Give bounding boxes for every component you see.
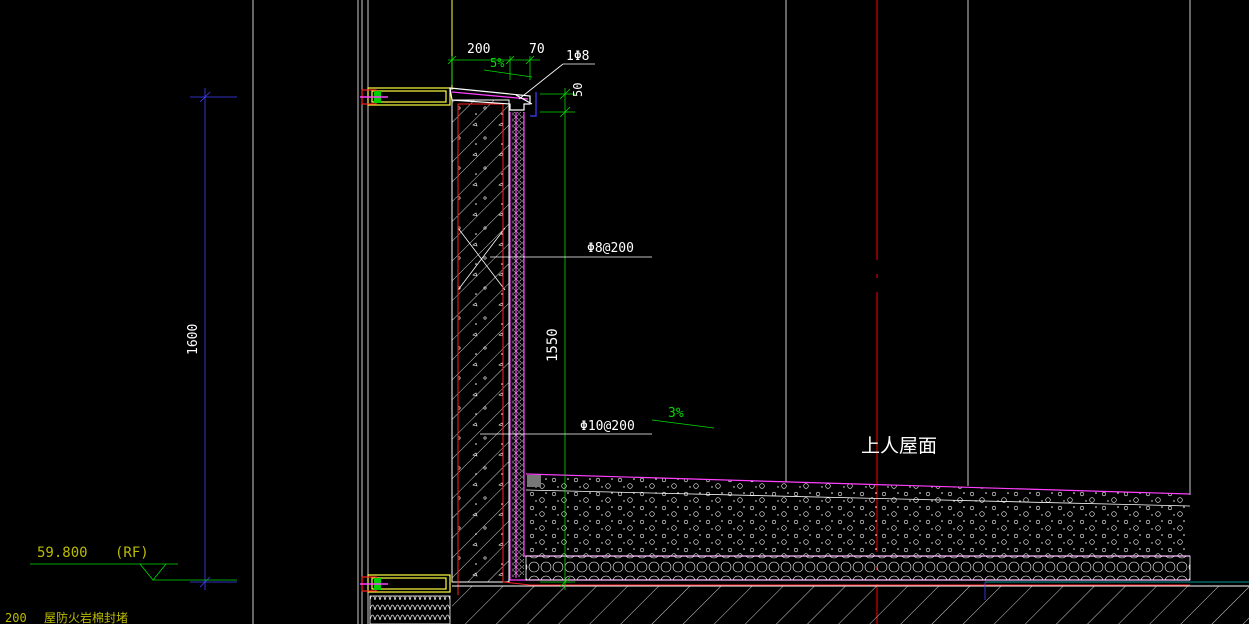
- roof-slope-arrow: [651, 419, 715, 429]
- level-elevation-label: 59.800: [37, 545, 88, 561]
- coping-thickness-label: 50: [571, 83, 585, 97]
- total-height-label: 1600: [186, 324, 201, 355]
- vertical-rebar-label: Φ10@200: [580, 419, 635, 434]
- parapet-insulation-strip: [512, 112, 524, 577]
- coping-slope-label: 5%: [490, 56, 505, 70]
- horizontal-rebar-label: Φ8@200: [587, 241, 634, 256]
- level-marker: [30, 563, 237, 581]
- parapet-wall-section: [451, 99, 510, 583]
- coping-overhang-label: 70: [529, 42, 545, 57]
- level-floor-label: (RF): [115, 545, 149, 561]
- footer-note-text: 屋防火岩棉封堵: [44, 610, 128, 624]
- roof-build-up: [525, 473, 1191, 581]
- roof-structural-slab: [452, 581, 1249, 624]
- coping-slope-arrow: [483, 69, 533, 78]
- parapet-section-detail-drawing: 1600 200 70 5% 1Φ8 50 1550 Φ8@200 Φ10@20…: [5, 0, 1249, 624]
- roof-slope-label: 3%: [668, 406, 684, 421]
- footer-note-code: 200: [5, 611, 27, 624]
- coping-width-label: 200: [467, 42, 490, 57]
- coping-rebar-label: 1Φ8: [566, 49, 589, 64]
- fire-rock-wool-infill: [369, 595, 451, 624]
- roof-type-label: 上人屋面: [861, 435, 937, 457]
- parapet-inner-height-label: 1550: [545, 328, 561, 362]
